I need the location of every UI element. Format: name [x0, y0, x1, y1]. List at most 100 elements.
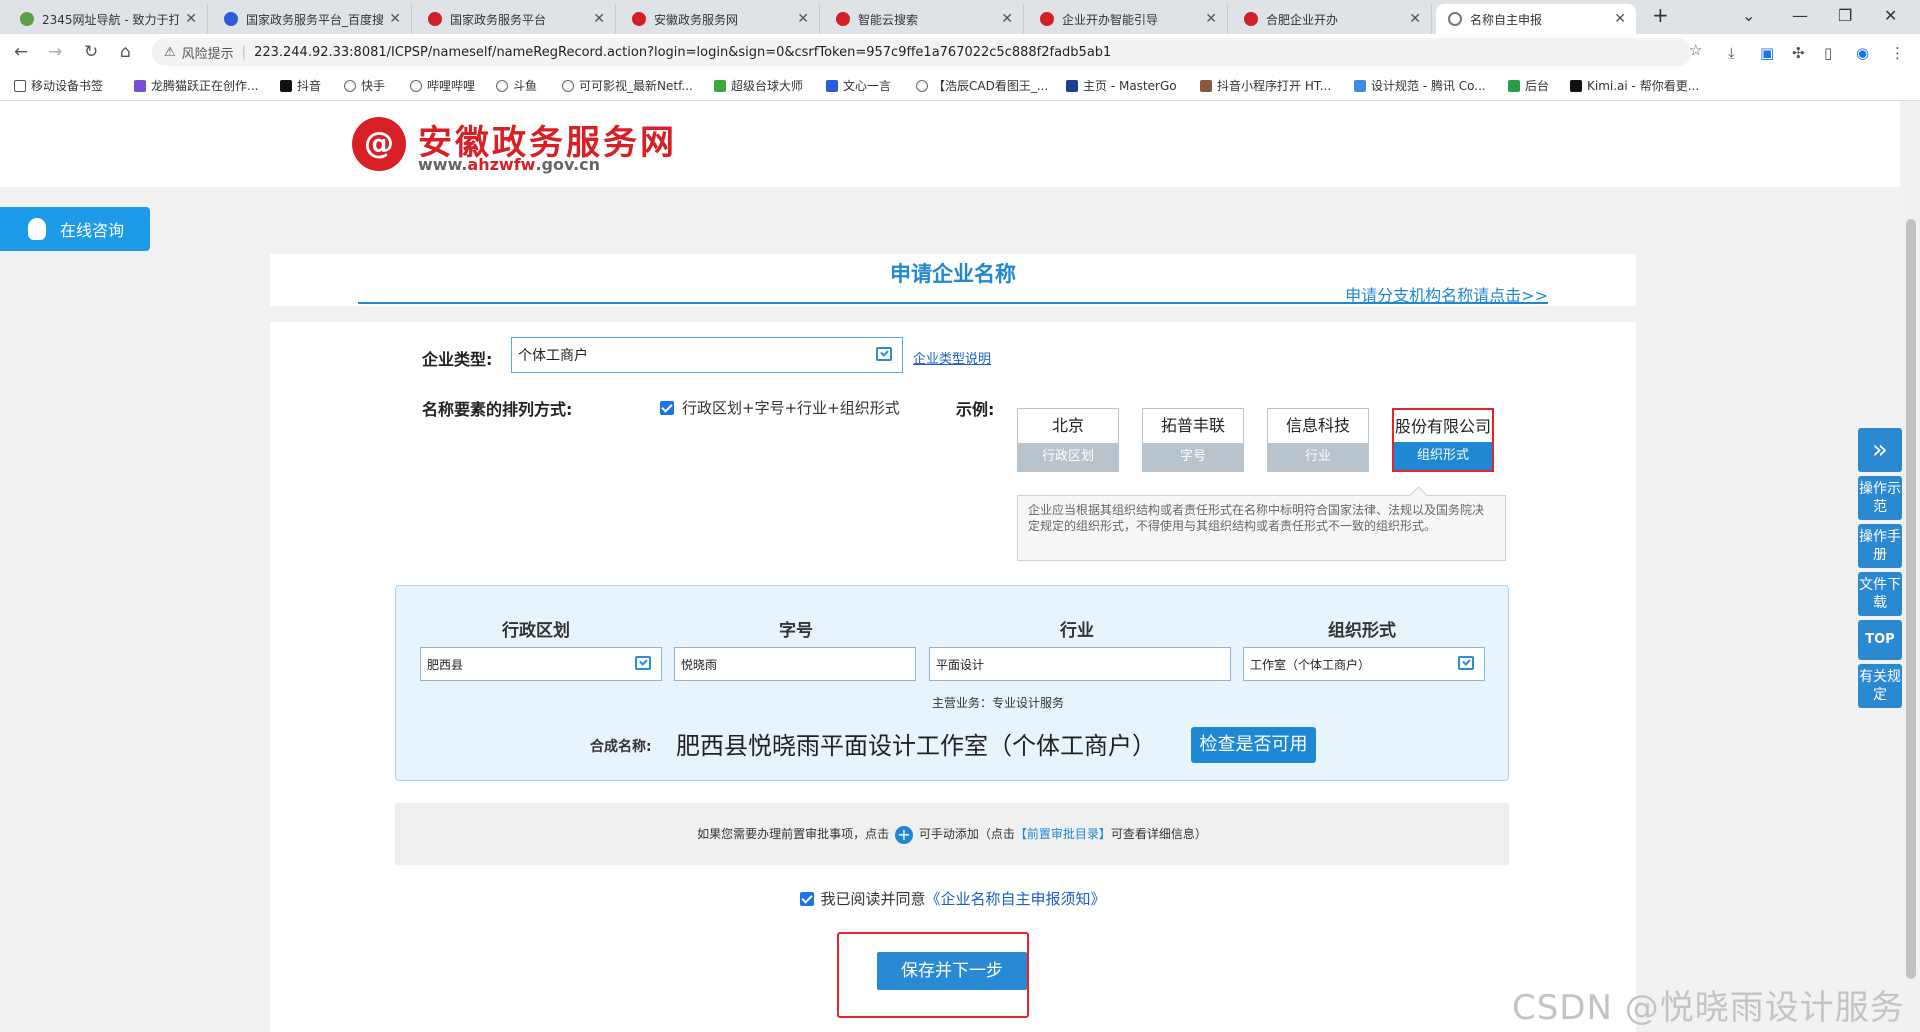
float-demo-button[interactable]: 操作示范: [1858, 476, 1902, 520]
star-icon[interactable]: ☆: [1689, 41, 1702, 59]
bookmark-item[interactable]: 后台: [1508, 77, 1549, 94]
browser-tab-3[interactable]: 国家政务服务平台 ✕: [416, 4, 616, 34]
browser-tab-4[interactable]: 安徽政务服务网 ✕: [620, 4, 820, 34]
bookmark-item[interactable]: 龙腾猫跃正在创作...: [134, 77, 258, 94]
browser-tab-7[interactable]: 合肥企业开办 ✕: [1232, 4, 1432, 34]
globe-icon: [496, 79, 508, 92]
browser-tab-6[interactable]: 企业开办智能引导 ✕: [1028, 4, 1228, 34]
select-check-icon[interactable]: [1458, 656, 1474, 670]
restore-icon[interactable]: ❐: [1838, 6, 1852, 25]
globe-icon: [410, 79, 422, 92]
bookmark-favicon-icon: [1508, 79, 1520, 92]
enterprise-type-select[interactable]: 个体工商户: [511, 337, 903, 373]
bookmark-item[interactable]: 移动设备书签: [14, 77, 103, 94]
url-bar[interactable]: ⚠ 风险提示 | 223.244.92.33:8081/ICPSP/namese…: [152, 38, 1692, 66]
bookmark-item[interactable]: 设计规范 - 腾讯 Co...: [1354, 77, 1486, 94]
name-order-checkbox[interactable]: [660, 401, 674, 415]
float-manual-button[interactable]: 操作手册: [1858, 524, 1902, 568]
org-form-select[interactable]: 工作室（个体工商户）: [1243, 647, 1485, 681]
trade-name-input[interactable]: 悦晓雨: [674, 647, 916, 681]
add-plus-icon[interactable]: +: [894, 825, 913, 844]
example-trade-name: 拓普丰联 字号: [1142, 408, 1244, 472]
window-close-icon[interactable]: ✕: [1884, 6, 1897, 25]
pre-approval-catalog-link[interactable]: 【前置审批目录】: [1015, 827, 1111, 841]
tab-close-icon[interactable]: ✕: [1001, 11, 1013, 27]
check-availability-button[interactable]: 检查是否可用: [1191, 727, 1316, 763]
bookmark-item[interactable]: 抖音小程序打开 HT...: [1200, 77, 1331, 94]
enterprise-type-help-link[interactable]: 企业类型说明: [913, 348, 991, 367]
bookmark-item[interactable]: 文心一言: [826, 77, 891, 94]
bookmark-item[interactable]: 可可影视_最新Netf...: [562, 77, 693, 94]
agreement-notice-link[interactable]: 《企业名称自主申报须知》: [926, 890, 1106, 908]
bookmark-item[interactable]: 快手: [344, 77, 385, 94]
bookmark-item[interactable]: 主页 - MasterGo: [1066, 77, 1177, 94]
tab-close-icon[interactable]: ✕: [185, 11, 197, 27]
float-expand-icon[interactable]: »: [1858, 428, 1902, 472]
name-order-option: 行政区划+字号+行业+组织形式: [682, 399, 900, 417]
browser-tab-2[interactable]: 国家政务服务平台_百度搜 ✕: [212, 4, 412, 34]
extensions-icon[interactable]: ✣: [1792, 44, 1805, 62]
tab-favicon-icon: [1244, 12, 1258, 26]
tab-favicon-icon: [1040, 12, 1054, 26]
bookmark-item[interactable]: 哔哩哔哩: [410, 77, 475, 94]
tab-search-icon[interactable]: ⌄: [1742, 6, 1755, 25]
translate-icon[interactable]: ▣: [1760, 44, 1774, 62]
tab-close-icon[interactable]: ✕: [1205, 11, 1217, 27]
profile-icon[interactable]: ◉: [1856, 44, 1869, 62]
back-icon[interactable]: ←: [14, 42, 28, 62]
region-select[interactable]: 肥西县: [420, 647, 662, 681]
reload-icon[interactable]: ↻: [84, 42, 98, 62]
float-rules-button[interactable]: 有关规定: [1858, 664, 1902, 708]
main-business-text: 主营业务：专业设计服务: [932, 696, 1065, 710]
synthesized-name-value: 肥西县悦晓雨平面设计工作室（个体工商户）: [676, 732, 1156, 760]
browser-tab-1[interactable]: 2345网址导航 - 致力于打 ✕: [8, 4, 208, 34]
download-icon[interactable]: ⤓: [1728, 44, 1735, 62]
name-composer-panel: 行政区划 字号 行业 组织形式 肥西县 悦晓雨 平面设计 工作室（个体工商户） …: [395, 585, 1509, 781]
float-download-button[interactable]: 文件下载: [1858, 572, 1902, 616]
select-check-icon[interactable]: [876, 347, 892, 361]
minimize-icon[interactable]: —: [1792, 6, 1808, 25]
mobile-icon: [14, 79, 26, 92]
example-industry: 信息科技 行业: [1267, 408, 1369, 472]
save-next-button[interactable]: 保存并下一步: [877, 952, 1027, 990]
bookmark-favicon-icon: [826, 79, 838, 92]
tab-favicon-icon: [224, 12, 238, 26]
bookmark-item[interactable]: 斗鱼: [496, 77, 537, 94]
scrollbar-thumb[interactable]: [1906, 219, 1916, 979]
home-icon[interactable]: ⌂: [120, 42, 131, 62]
tab-close-icon[interactable]: ✕: [593, 11, 605, 27]
page-scrollbar[interactable]: [1902, 101, 1920, 1032]
bookmark-item[interactable]: 超级台球大师: [714, 77, 803, 94]
warning-icon: ⚠: [164, 44, 176, 60]
industry-input[interactable]: 平面设计: [929, 647, 1231, 681]
industry-header: 行业: [1060, 621, 1094, 641]
bookmark-item[interactable]: 抖音: [280, 77, 321, 94]
bookmark-item[interactable]: Kimi.ai - 帮你看更...: [1570, 77, 1699, 94]
agreement-row: 我已阅读并同意《企业名称自主申报须知》: [270, 888, 1636, 909]
agree-checkbox[interactable]: [800, 892, 815, 906]
forward-icon[interactable]: →: [48, 42, 62, 62]
select-check-icon[interactable]: [635, 656, 651, 670]
menu-icon[interactable]: ⋮: [1890, 44, 1905, 62]
pre-approval-section: 如果您需要办理前置审批事项，点击 + 可手动添加（点击【前置审批目录】可查看详细…: [395, 803, 1509, 865]
browser-tab-5[interactable]: 智能云搜索 ✕: [824, 4, 1024, 34]
url-text[interactable]: 223.244.92.33:8081/ICPSP/nameself/nameRe…: [254, 45, 1111, 60]
tab-close-icon[interactable]: ✕: [797, 11, 809, 27]
bookmark-item[interactable]: 【浩辰CAD看图王_...: [916, 77, 1048, 94]
trade-name-header: 字号: [779, 621, 813, 641]
browser-tab-8-active[interactable]: 名称自主申报 ✕: [1436, 4, 1636, 34]
online-consult-button[interactable]: 在线咨询: [0, 207, 150, 251]
tab-close-icon[interactable]: ✕: [389, 11, 401, 27]
globe-icon: [344, 79, 356, 92]
back-to-top-button[interactable]: TOP: [1858, 620, 1902, 660]
address-bar-row: ← → ↻ ⌂ ⚠ 风险提示 | 223.244.92.33:8081/ICPS…: [0, 34, 1920, 70]
site-logo-icon[interactable]: @: [352, 117, 406, 171]
org-form-tip: 企业应当根据其组织结构或者责任形式在名称中标明符合国家法律、法规以及国务院决定规…: [1017, 495, 1506, 561]
tab-close-icon[interactable]: ✕: [1409, 11, 1421, 27]
tab-favicon-icon: [632, 12, 646, 26]
sidebar-icon[interactable]: ▯: [1824, 44, 1832, 62]
tab-close-icon[interactable]: ✕: [1614, 11, 1626, 27]
new-tab-icon[interactable]: +: [1652, 3, 1669, 27]
bookmark-favicon-icon: [1570, 79, 1582, 92]
globe-icon: [562, 79, 574, 92]
